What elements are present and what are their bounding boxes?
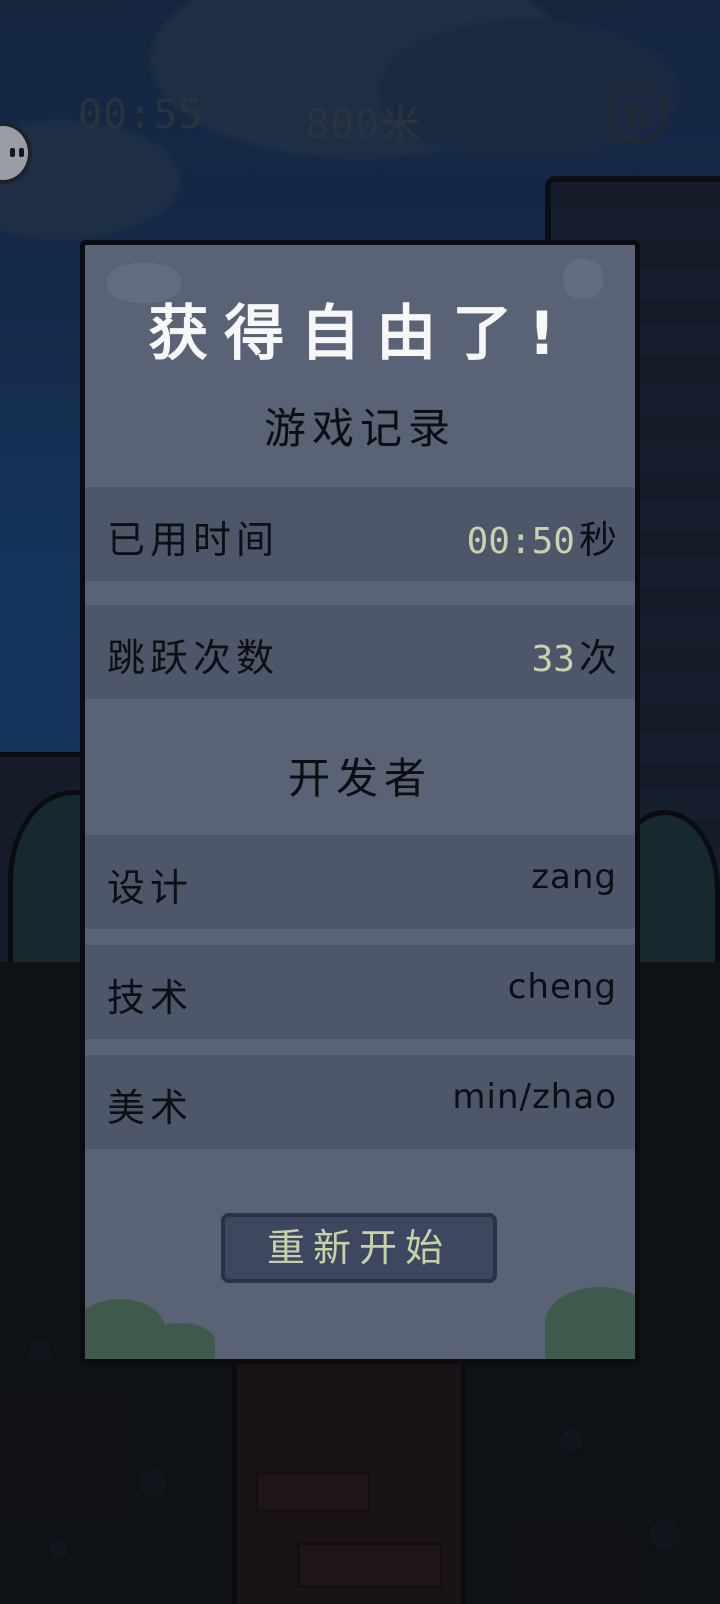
stat-label: 跳跃次数: [107, 636, 280, 680]
stat-row-time: 已用时间 00:50 秒: [85, 487, 635, 581]
developer-name: min/zhao: [452, 1077, 617, 1117]
grass-decoration: [545, 1287, 635, 1359]
grass-decoration: [145, 1323, 215, 1359]
developer-row-design: 设计 zang: [85, 835, 635, 929]
stat-value: 00:50: [466, 521, 575, 562]
stat-value-group: 33 次: [532, 627, 617, 682]
stat-unit: 次: [578, 636, 617, 680]
developer-row-art: 美术 min/zhao: [85, 1055, 635, 1149]
game-stage: 00:55 800米 获得自由了! 游戏记录 已用时间 00:50 秒 跳跃次数 …: [0, 0, 720, 1604]
developer-name: cheng: [507, 967, 617, 1007]
developer-name-wrap: cheng: [508, 967, 617, 1007]
developer-row-tech: 技术 cheng: [85, 945, 635, 1039]
stat-unit: 秒: [578, 518, 617, 562]
developer-role: 技术: [107, 976, 194, 1020]
developer-name: zang: [531, 857, 617, 897]
stat-row-jumps: 跳跃次数 33 次: [85, 605, 635, 699]
stat-label: 已用时间: [107, 518, 280, 562]
record-heading: 游戏记录: [263, 404, 456, 453]
developer-name-wrap: zang: [531, 857, 617, 897]
result-title: 获得自由了!: [148, 299, 572, 369]
developer-role: 美术: [107, 1086, 194, 1130]
result-panel: 获得自由了! 游戏记录 已用时间 00:50 秒 跳跃次数 33 次 开发者 设计 …: [80, 240, 640, 1364]
stat-value-group: 00:50 秒: [467, 509, 617, 564]
developer-role: 设计: [107, 866, 194, 910]
developer-heading: 开发者: [287, 754, 432, 803]
stat-value: 33: [531, 639, 575, 680]
restart-button[interactable]: 重新开始: [221, 1213, 497, 1283]
developer-name-wrap: min/zhao: [452, 1077, 617, 1117]
